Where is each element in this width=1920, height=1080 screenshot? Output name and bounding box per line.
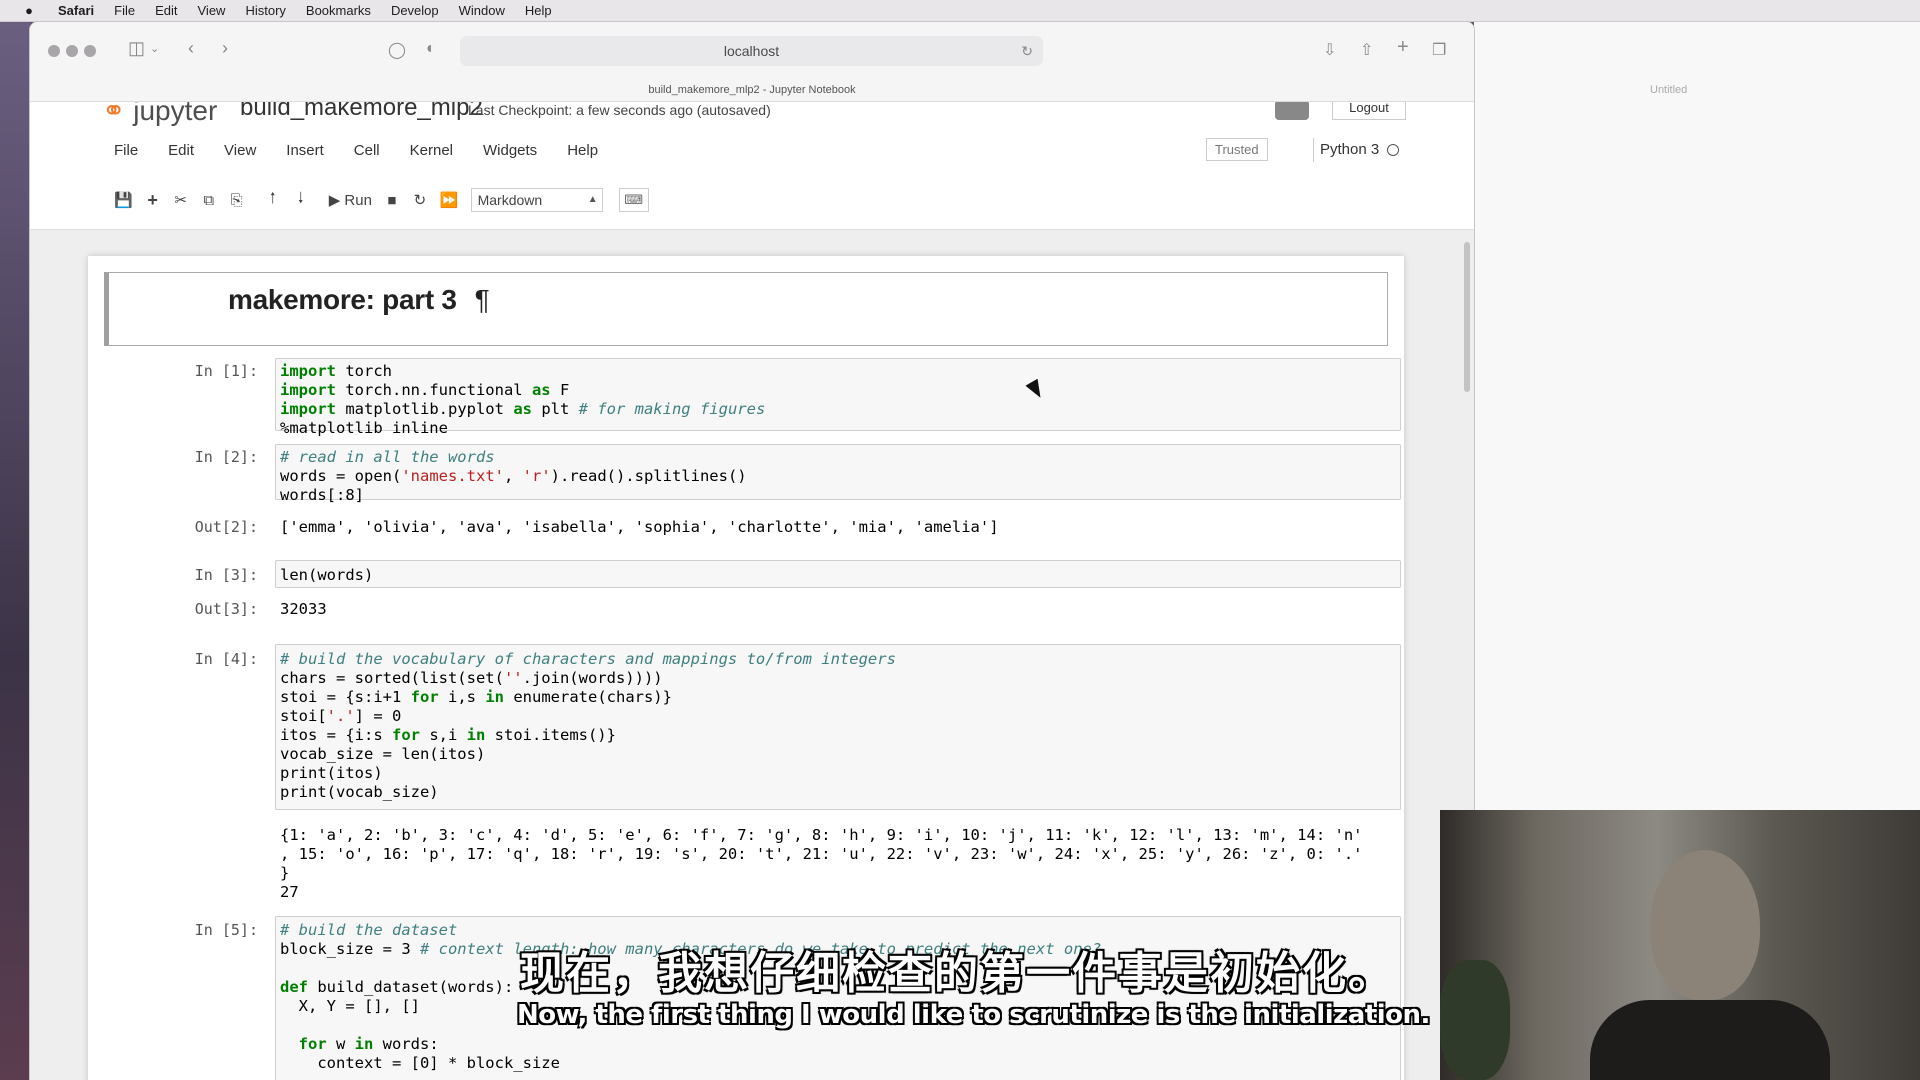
jupyter-logo[interactable]: ⚭ jupyter xyxy=(102,102,217,127)
move-up-icon[interactable]: 🠑 xyxy=(259,187,287,213)
input-prompt: In [4]: xyxy=(194,650,258,668)
reload-icon[interactable]: ↻ xyxy=(1021,36,1033,66)
output-prompt: Out[3]: xyxy=(194,600,258,618)
input-prompt: In [2]: xyxy=(194,448,258,466)
subtitle-chinese: 现在，我想仔细检查的第一件事是初始化。 xyxy=(520,948,1394,999)
chevron-down-icon[interactable]: ⌄ xyxy=(150,42,159,55)
menu-file[interactable]: File xyxy=(114,3,135,18)
restart-icon[interactable]: ↻ xyxy=(406,187,434,213)
zoom-window-button[interactable] xyxy=(84,45,96,57)
webcam-video xyxy=(1440,810,1920,1080)
forward-icon[interactable]: › xyxy=(222,38,228,59)
checkpoint-status: Last Checkpoint: a few seconds ago (auto… xyxy=(468,102,771,118)
presenter-shirt xyxy=(1590,1000,1830,1080)
safari-toolbar: ◫ ⌄ ‹ › ◯ ◐ localhost ↻ ⇩ ⇧ + ❐ build_ma… xyxy=(30,22,1474,102)
nb-menu-widgets[interactable]: Widgets xyxy=(483,142,537,159)
insert-cell-icon[interactable]: + xyxy=(139,187,167,213)
new-tab-icon[interactable]: + xyxy=(1397,36,1409,59)
jupyter-page: ⚭ jupyter build_makemore_mlp2 Last Check… xyxy=(30,102,1474,1080)
stop-icon[interactable]: ■ xyxy=(378,187,406,213)
menu-view[interactable]: View xyxy=(198,3,226,18)
nb-menu-kernel[interactable]: Kernel xyxy=(410,142,453,159)
presenter-face xyxy=(1650,850,1760,1000)
menu-bookmarks[interactable]: Bookmarks xyxy=(306,3,371,18)
notebook-toolbar: 💾 + ✂ ⧉ ⎘ 🠑 🠓 ▶ Run ■ ↻ ⏩ Markdown ▲ ⌨ xyxy=(108,186,649,214)
back-icon[interactable]: ‹ xyxy=(188,38,194,59)
cell-output: {1: 'a', 2: 'b', 3: 'c', 4: 'd', 5: 'e',… xyxy=(280,826,1363,901)
shield-icon[interactable]: ◐ xyxy=(426,40,436,58)
input-prompt: In [1]: xyxy=(194,362,258,380)
code-text: import torch import torch.nn.functional … xyxy=(280,362,766,437)
jupyter-logo-icon: ⚭ xyxy=(102,102,126,126)
address-bar[interactable]: localhost ↻ xyxy=(460,36,1043,66)
notebook-menu-bar: File Edit View Insert Cell Kernel Widget… xyxy=(114,142,628,159)
logout-button[interactable]: Logout xyxy=(1332,102,1406,120)
jupyter-header: ⚭ jupyter build_makemore_mlp2 Last Check… xyxy=(30,102,1474,230)
keyboard-icon[interactable]: ⌨ xyxy=(618,188,649,212)
code-cell-input[interactable] xyxy=(275,560,1401,588)
share-icon[interactable]: ⇧ xyxy=(1360,40,1373,60)
jupyter-logo-text: jupyter xyxy=(133,102,218,126)
code-text: # build the vocabulary of characters and… xyxy=(280,650,896,801)
run-label: Run xyxy=(344,191,372,209)
cell-output: ['emma', 'olivia', 'ava', 'isabella', 's… xyxy=(280,518,999,536)
minimize-window-button[interactable] xyxy=(66,45,78,57)
output-prompt: Out[2]: xyxy=(194,518,258,536)
python-logo-icon xyxy=(1275,102,1309,120)
nb-menu-file[interactable]: File xyxy=(114,142,138,159)
url-text: localhost xyxy=(723,43,780,59)
kernel-name[interactable]: Python 3 xyxy=(1313,138,1379,162)
select-arrows-icon: ▲ xyxy=(587,194,598,205)
safari-window: ◫ ⌄ ‹ › ◯ ◐ localhost ↻ ⇩ ⇧ + ❐ build_ma… xyxy=(30,22,1474,1080)
close-window-button[interactable] xyxy=(48,45,60,57)
plant-shape xyxy=(1440,960,1510,1080)
menu-edit[interactable]: Edit xyxy=(155,3,177,18)
page-scrollbar[interactable] xyxy=(1464,242,1470,392)
sidebar-icon[interactable]: ◫ xyxy=(128,38,145,59)
input-prompt: In [3]: xyxy=(194,566,258,584)
macos-menu-bar: ● Safari File Edit View History Bookmark… xyxy=(0,0,1920,22)
cell-type-value: Markdown xyxy=(477,192,543,208)
notebook-heading: makemore: part 3 ¶ xyxy=(228,284,490,316)
heading-text: makemore: part 3 xyxy=(228,284,457,315)
menu-history[interactable]: History xyxy=(245,3,285,18)
input-prompt: In [5]: xyxy=(194,921,258,939)
kernel-idle-indicator xyxy=(1387,144,1399,156)
tab-title[interactable]: build_makemore_mlp2 - Jupyter Notebook xyxy=(30,84,1474,96)
desktop-wallpaper xyxy=(0,22,30,1080)
download-icon[interactable]: ⇩ xyxy=(1323,40,1336,60)
save-icon[interactable]: 💾 xyxy=(108,187,139,213)
anchor-link[interactable]: ¶ xyxy=(475,284,490,315)
tab-overview-icon[interactable]: ❐ xyxy=(1432,40,1446,60)
paste-icon[interactable]: ⎘ xyxy=(223,187,251,213)
nb-menu-edit[interactable]: Edit xyxy=(168,142,194,159)
code-text: # read in all the words words = open('na… xyxy=(280,448,747,504)
nb-menu-view[interactable]: View xyxy=(224,142,256,159)
subtitle-english: Now, the first thing I would like to scr… xyxy=(517,1000,1430,1030)
cut-icon[interactable]: ✂ xyxy=(167,187,195,213)
move-down-icon[interactable]: 🠓 xyxy=(287,187,315,213)
notebook-name[interactable]: build_makemore_mlp2 xyxy=(240,102,483,122)
apple-icon[interactable]: ● xyxy=(18,3,40,18)
cell-output: 32033 xyxy=(280,600,327,618)
fast-forward-icon[interactable]: ⏩ xyxy=(434,187,465,213)
menu-window[interactable]: Window xyxy=(459,3,505,18)
nb-menu-cell[interactable]: Cell xyxy=(354,142,380,159)
nb-menu-help[interactable]: Help xyxy=(567,142,598,159)
menu-help[interactable]: Help xyxy=(525,3,552,18)
play-icon: ▶ xyxy=(328,192,345,209)
side-tab-title[interactable]: Untitled xyxy=(1650,84,1687,96)
privacy-report-icon[interactable]: ◯ xyxy=(388,40,406,60)
copy-icon[interactable]: ⧉ xyxy=(195,187,223,213)
run-button[interactable]: ▶ Run xyxy=(323,187,378,213)
trusted-badge[interactable]: Trusted xyxy=(1206,138,1268,161)
menu-develop[interactable]: Develop xyxy=(391,3,439,18)
nb-menu-insert[interactable]: Insert xyxy=(286,142,324,159)
cell-type-select[interactable]: Markdown ▲ xyxy=(470,188,603,212)
menu-app-safari[interactable]: Safari xyxy=(58,3,94,18)
code-text: len(words) xyxy=(280,566,374,584)
